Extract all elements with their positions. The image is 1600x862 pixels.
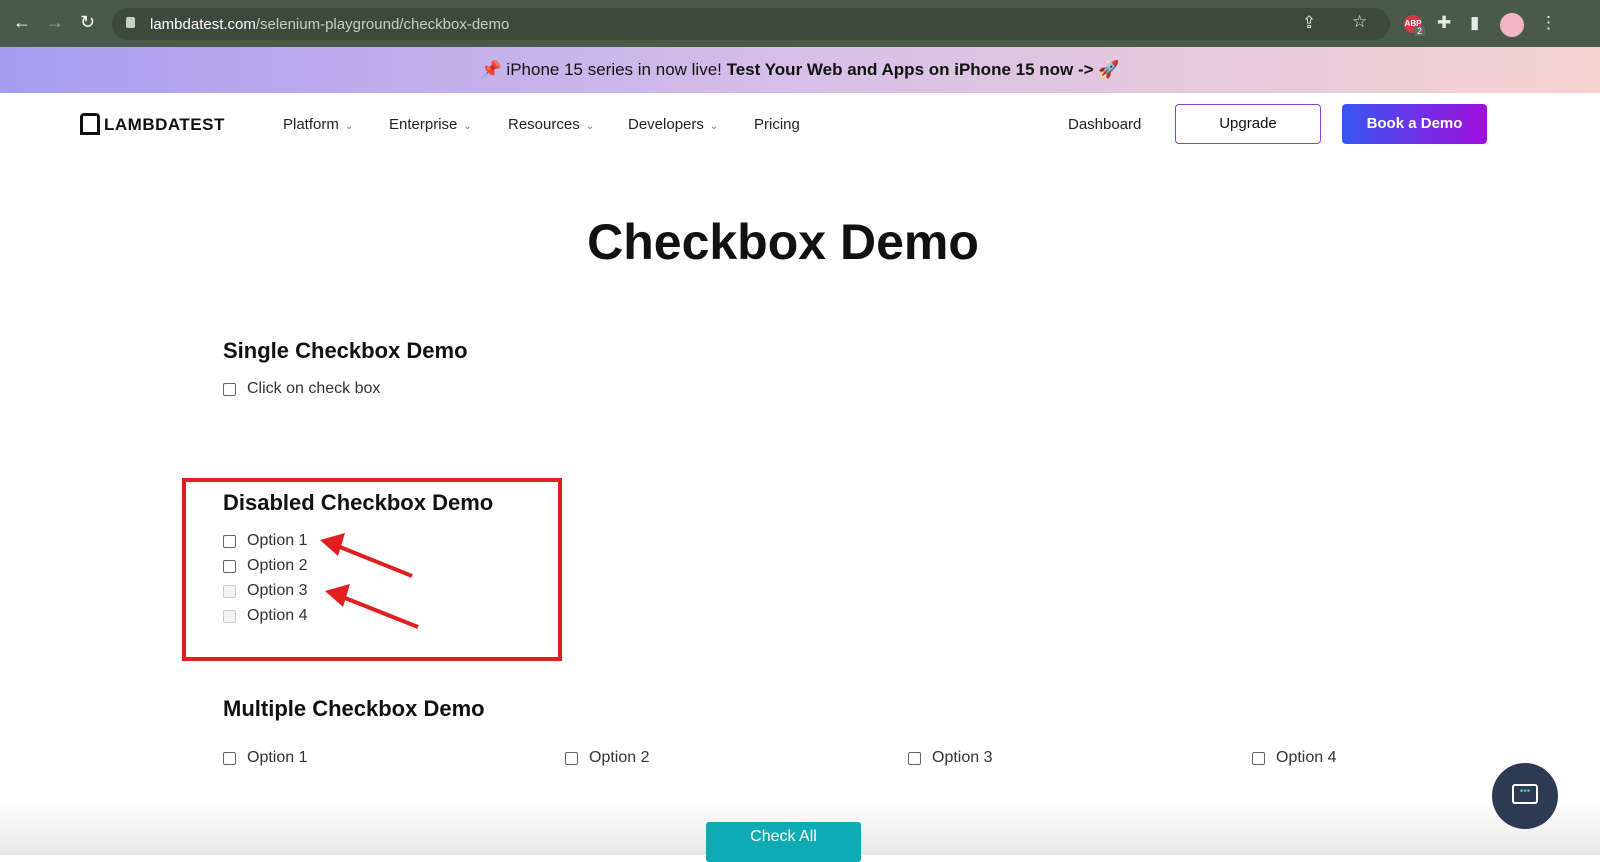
- checkbox[interactable]: [565, 751, 578, 765]
- arrow-icon: [334, 543, 413, 578]
- arrowhead-icon: [325, 584, 350, 607]
- checkbox-label: Option 1: [247, 749, 308, 766]
- checkbox[interactable]: [1252, 751, 1265, 765]
- chat-widget-button[interactable]: •••: [1492, 763, 1558, 829]
- multi-option-3[interactable]: Option 3: [908, 749, 992, 767]
- checkbox-label: Option 2: [589, 749, 650, 766]
- checkbox[interactable]: [908, 751, 921, 765]
- multi-option-4[interactable]: Option 4: [1252, 749, 1336, 767]
- chat-bubble-icon: •••: [1512, 784, 1538, 804]
- checkbox-label: Option 3: [932, 749, 993, 766]
- checkbox[interactable]: [223, 751, 236, 765]
- multi-option-2[interactable]: Option 2: [565, 749, 649, 767]
- checkbox-label: Option 4: [1276, 749, 1337, 766]
- multi-option-1[interactable]: Option 1: [223, 749, 307, 767]
- check-all-button[interactable]: Check All: [706, 822, 861, 862]
- arrowhead-icon: [320, 533, 345, 556]
- annotation-arrows: [320, 533, 419, 629]
- multiple-checkbox-heading: Multiple Checkbox Demo: [223, 696, 485, 721]
- arrow-icon: [339, 594, 419, 629]
